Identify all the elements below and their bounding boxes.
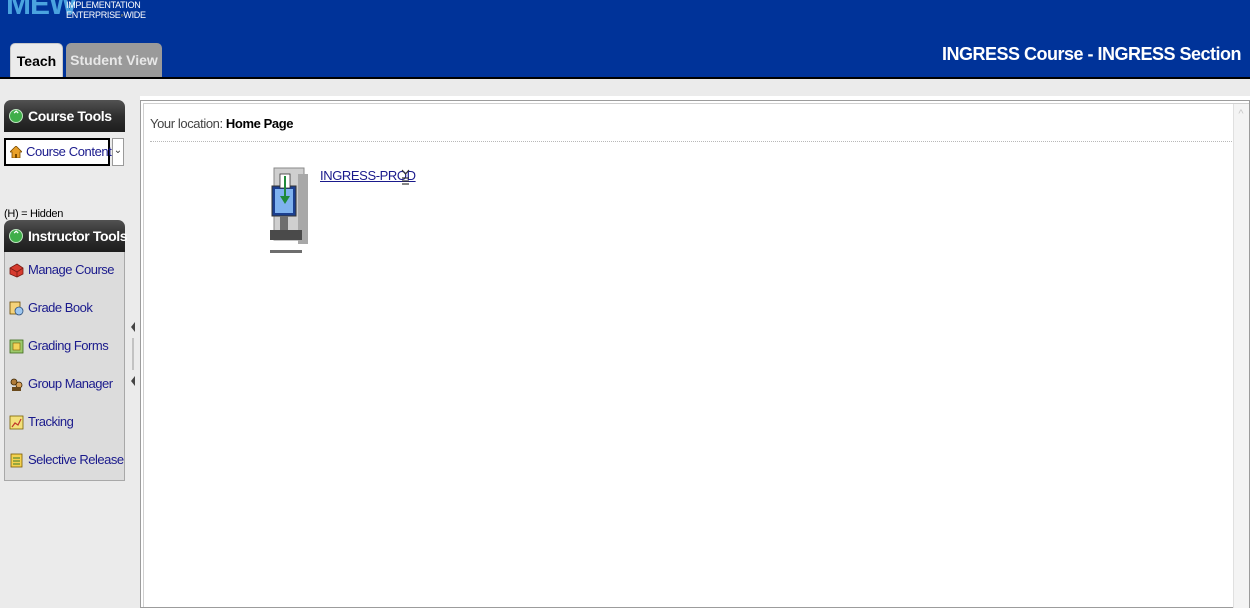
location-current: Home Page bbox=[225, 116, 294, 131]
logo: MEW IMPLEMENTATION ENTERPRISE◦WIDE bbox=[6, 0, 146, 30]
content-area: Your location: Home Page INGRESS-PROD ^ bbox=[143, 103, 1249, 608]
breadcrumb: Your location: Home Page bbox=[150, 116, 294, 131]
header-bar: MEW IMPLEMENTATION ENTERPRISE◦WIDE Teach… bbox=[0, 0, 1250, 77]
logo-line-1: IMPLEMENTATION bbox=[66, 0, 141, 10]
content-frame: Your location: Home Page INGRESS-PROD ^ bbox=[140, 100, 1250, 608]
instructor-tools-title: Instructor Tools bbox=[28, 228, 128, 244]
course-content-label: Course Content bbox=[26, 144, 112, 159]
hidden-legend: (H) = Hidden bbox=[4, 208, 64, 220]
vertical-scrollbar[interactable]: ^ bbox=[1233, 104, 1249, 608]
sub-bar bbox=[0, 79, 1250, 96]
location-prefix: Your location: bbox=[150, 116, 223, 131]
collapse-up-icon[interactable]: ⌃ bbox=[9, 229, 23, 243]
selective-release-icon bbox=[10, 453, 23, 468]
sidebar-item-manage-course[interactable]: Manage Course bbox=[4, 252, 125, 291]
collapse-sidebar-handle[interactable] bbox=[129, 322, 137, 386]
sidebar-item-label: Manage Course bbox=[28, 262, 115, 277]
scroll-up-icon[interactable]: ^ bbox=[1236, 108, 1246, 120]
course-tools-header[interactable]: ⌃ Course Tools bbox=[4, 100, 125, 132]
grade-book-icon bbox=[9, 301, 24, 316]
logo-line-2a: ENTERPRISE bbox=[66, 10, 121, 20]
course-content-selector[interactable]: Course Content bbox=[4, 138, 112, 166]
grading-forms-icon bbox=[9, 339, 24, 354]
sidebar-item-label: Grade Book bbox=[28, 300, 93, 315]
sidebar-item-label: Group Manager bbox=[28, 376, 113, 391]
course-tools-title: Course Tools bbox=[28, 108, 112, 124]
home-icon bbox=[10, 146, 22, 158]
sidebar-item-tracking[interactable]: Tracking bbox=[4, 404, 125, 443]
sidebar-item-label: Grading Forms bbox=[28, 338, 109, 353]
logo-text: IMPLEMENTATION ENTERPRISE◦WIDE bbox=[66, 0, 146, 20]
tracking-icon bbox=[9, 415, 24, 430]
tab-student-view[interactable]: Student View bbox=[66, 43, 162, 77]
tab-teach[interactable]: Teach bbox=[10, 43, 63, 77]
course-title: INGRESS Course - INGRESS Section bbox=[941, 44, 1242, 64]
item-action-menu-icon[interactable] bbox=[400, 168, 411, 186]
sidebar-item-label: Tracking bbox=[28, 414, 74, 429]
sidebar-item-grade-book[interactable]: Grade Book bbox=[4, 290, 125, 329]
sidebar-item-label: Selective Release bbox=[28, 452, 124, 467]
manage-course-icon bbox=[9, 263, 24, 278]
collapse-up-icon[interactable]: ⌃ bbox=[9, 109, 23, 123]
group-manager-icon bbox=[10, 378, 23, 391]
instructor-tools-header[interactable]: ⌃ Instructor Tools bbox=[4, 220, 128, 252]
computer-download-icon[interactable] bbox=[270, 164, 310, 256]
chevron-down-icon[interactable]: ⌄ bbox=[112, 138, 124, 166]
breadcrumb-divider bbox=[150, 141, 1232, 142]
sidebar-item-grading-forms[interactable]: Grading Forms bbox=[4, 328, 125, 367]
sidebar-item-group-manager[interactable]: Group Manager bbox=[4, 366, 125, 405]
logo-line-2b: WIDE bbox=[123, 10, 146, 20]
sidebar-item-selective-release[interactable]: Selective Release bbox=[4, 442, 125, 481]
left-navigation: ⌃ Course Tools Course Content ⌄ (H) = Hi… bbox=[0, 96, 140, 608]
